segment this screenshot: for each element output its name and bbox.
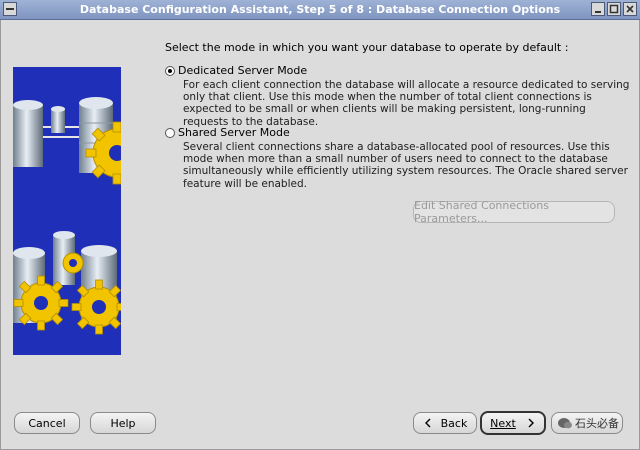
- back-button[interactable]: Back: [413, 412, 477, 434]
- cancel-button[interactable]: Cancel: [14, 412, 80, 434]
- help-button[interactable]: Help: [90, 412, 156, 434]
- minimize-icon: [595, 11, 601, 13]
- shared-server-radio[interactable]: [165, 127, 175, 138]
- maximize-icon: [609, 4, 619, 14]
- close-button[interactable]: [623, 2, 637, 16]
- database-illustration: [13, 67, 121, 355]
- dedicated-server-label: Dedicated Server Mode: [178, 64, 308, 77]
- dedicated-server-description: For each client connection the database …: [183, 79, 630, 128]
- database-gears-icon: [13, 97, 121, 335]
- window-title: Database Configuration Assistant, Step 5…: [79, 3, 561, 16]
- next-label: Next: [490, 416, 516, 430]
- close-icon: [626, 5, 634, 13]
- shared-server-description: Several client connections share a datab…: [183, 141, 628, 190]
- maximize-button[interactable]: [607, 2, 621, 16]
- wechat-icon: [558, 418, 572, 429]
- chevron-left-icon: [424, 418, 431, 428]
- edit-shared-connections-button[interactable]: Edit Shared Connections Parameters...: [413, 199, 615, 225]
- mode-prompt: Select the mode in which you want your d…: [165, 41, 569, 54]
- title-bar: Database Configuration Assistant, Step 5…: [0, 0, 640, 20]
- finish-button[interactable]: 石头必备: [551, 412, 623, 434]
- back-label: Back: [440, 416, 468, 430]
- minimize-button[interactable]: [591, 2, 605, 16]
- dedicated-server-option[interactable]: Dedicated Server Mode: [165, 64, 307, 77]
- shared-server-label: Shared Server Mode: [178, 126, 290, 139]
- chevron-right-icon: [528, 418, 534, 428]
- dedicated-server-radio[interactable]: [165, 65, 175, 76]
- shared-server-option[interactable]: Shared Server Mode: [165, 126, 290, 139]
- watermark-label: 石头必备: [575, 417, 619, 430]
- next-button[interactable]: Next: [480, 411, 546, 435]
